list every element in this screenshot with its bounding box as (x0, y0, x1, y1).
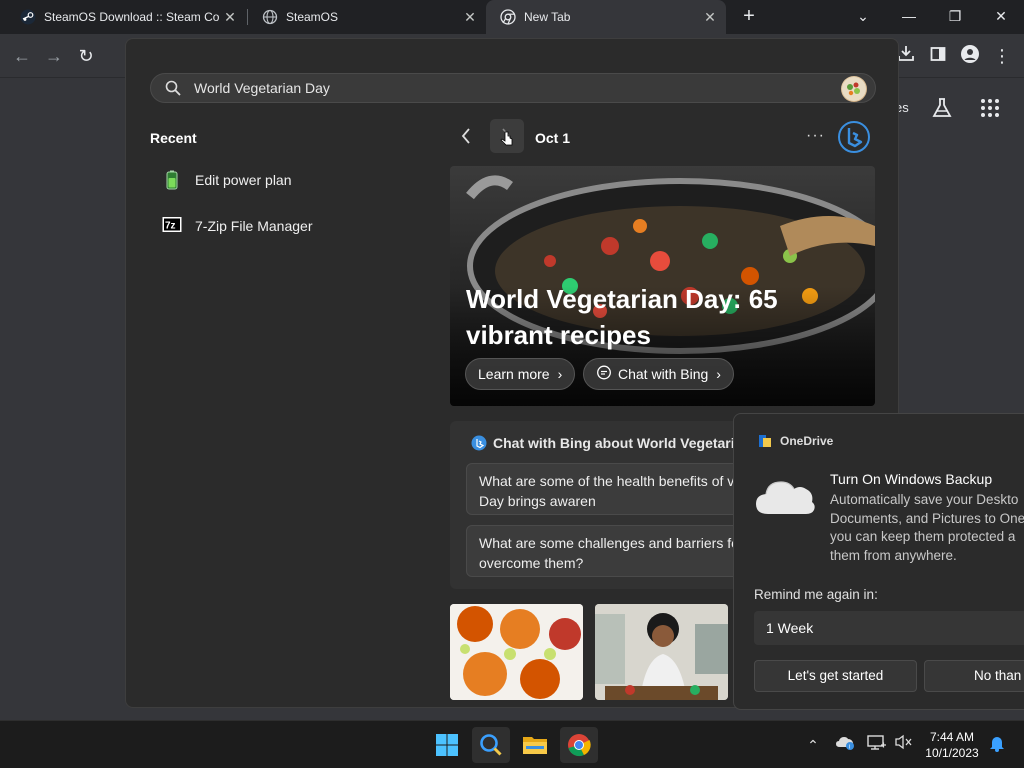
tab-strip: SteamOS Download :: Steam Cor ✕ SteamOS … (0, 0, 1024, 34)
chevron-right-icon: › (716, 366, 721, 382)
profile-icon[interactable] (958, 44, 982, 68)
close-tab-icon[interactable]: ✕ (460, 9, 480, 26)
volume-muted-icon[interactable] (892, 734, 914, 756)
onedrive-tray-icon[interactable]: i (834, 734, 856, 756)
toast-app-name: OneDrive (780, 434, 834, 448)
apps-grid-icon[interactable] (980, 98, 1000, 118)
tab-title: SteamOS Download :: Steam Cor (44, 10, 220, 24)
more-options-icon[interactable]: ··· (806, 127, 825, 145)
learn-more-button[interactable]: Learn more › (465, 358, 576, 390)
close-tab-icon[interactable]: ✕ (700, 9, 720, 26)
chat-bubble-icon (596, 365, 612, 384)
no-thanks-button[interactable]: No than (924, 660, 1024, 692)
7zip-icon: 7z (162, 216, 182, 236)
recent-heading: Recent (150, 130, 197, 146)
remind-label: Remind me again in: (754, 587, 878, 602)
svg-text:7z: 7z (165, 221, 176, 232)
next-day-button[interactable] (490, 119, 524, 153)
tab-steamos[interactable]: SteamOS ✕ (248, 0, 486, 34)
search-input[interactable] (194, 80, 794, 96)
side-panel-icon[interactable] (926, 44, 950, 68)
chat-with-bing-button[interactable]: Chat with Bing › (583, 358, 734, 390)
toast-body: Automatically save your Deskto Documents… (830, 491, 1024, 565)
new-tab-button[interactable]: + (738, 5, 760, 29)
windows-taskbar: ⌃ i 7:44 AM 10/1/2023 (0, 720, 1024, 768)
chat-with-bing-label: Chat with Bing (618, 366, 709, 382)
chrome-taskbar-icon[interactable] (560, 727, 598, 763)
hero-card[interactable]: World Vegetarian Day: 65 vibrant recipes… (450, 166, 875, 406)
bing-logo-icon[interactable] (838, 121, 870, 153)
hero-title: World Vegetarian Day: 65 vibrant recipes (466, 284, 778, 350)
toast-body-line: you can keep them protected a (830, 529, 1016, 544)
tab-steamos-download[interactable]: SteamOS Download :: Steam Cor ✕ (6, 0, 246, 34)
minimize-button[interactable]: — (886, 0, 932, 34)
search-icon (165, 80, 181, 96)
restore-button[interactable]: ❐ (932, 0, 978, 34)
chevron-right-icon: › (557, 366, 563, 382)
search-taskbar-icon[interactable] (472, 727, 510, 763)
onedrive-notification[interactable]: OneDrive Turn On Windows Backup Automati… (733, 413, 1024, 710)
previous-day-chevron-icon[interactable] (460, 127, 476, 149)
forward-arrow-icon[interactable]: → (42, 44, 66, 68)
recent-item-label: Edit power plan (195, 172, 292, 188)
steam-icon (20, 9, 36, 25)
recent-item-label: 7-Zip File Manager (195, 218, 313, 234)
clock-time: 7:44 AM (929, 730, 975, 744)
remind-interval-select[interactable]: 1 Week (754, 611, 1024, 645)
search-highlight-food-icon[interactable] (841, 76, 867, 102)
tab-search-chevron-icon[interactable]: ⌄ (840, 0, 886, 34)
tab-title: New Tab (524, 10, 571, 24)
learn-more-label: Learn more (478, 366, 550, 382)
chat-card-heading-text: Chat with Bing about World Vegetaria (493, 435, 743, 451)
labs-flask-icon[interactable] (930, 96, 954, 120)
show-hidden-icons-chevron-icon[interactable]: ⌃ (802, 734, 824, 756)
search-box[interactable] (150, 73, 876, 103)
onedrive-app-icon (758, 434, 772, 448)
tab-title: SteamOS (286, 10, 339, 24)
back-arrow-icon[interactable]: ← (10, 44, 34, 68)
recent-item-7zip[interactable]: 7z 7-Zip File Manager (162, 214, 313, 238)
bing-chat-icon (471, 435, 487, 451)
toast-body-line: them from anywhere. (830, 547, 957, 563)
globe-icon (262, 9, 278, 25)
lets-get-started-button[interactable]: Let's get started (754, 660, 917, 692)
recipe-thumbnail-woman-cooking[interactable] (595, 604, 728, 700)
onedrive-cloud-icon (754, 474, 816, 518)
svg-text:i: i (849, 744, 850, 750)
file-explorer-icon[interactable] (516, 727, 554, 763)
notification-bell-icon[interactable] (986, 734, 1008, 756)
recent-item-edit-power-plan[interactable]: Edit power plan (162, 168, 292, 192)
tab-new-tab[interactable]: New Tab ✕ (486, 0, 726, 34)
recipe-thumbnail-fried-vegetables[interactable] (450, 604, 583, 700)
chat-card-heading: Chat with Bing about World Vegetaria (471, 435, 742, 451)
toast-app-header: OneDrive (758, 434, 833, 448)
start-windows-icon[interactable] (428, 727, 466, 763)
close-tab-icon[interactable]: ✕ (220, 9, 240, 26)
close-window-button[interactable]: ✕ (978, 0, 1024, 34)
toast-body-line: Automatically save your Deskto (830, 492, 1019, 507)
reload-icon[interactable]: ↻ (74, 44, 98, 68)
clock-date: 10/1/2023 (925, 746, 979, 760)
network-monitor-icon[interactable] (866, 734, 888, 756)
date-label: Oct 1 (535, 130, 571, 146)
toast-title: Turn On Windows Backup (830, 471, 993, 487)
taskbar-clock[interactable]: 7:44 AM 10/1/2023 (920, 729, 984, 761)
toast-body-line: Documents, and Pictures to One (830, 510, 1024, 526)
chrome-icon (500, 9, 516, 25)
battery-icon (162, 170, 182, 190)
menu-dots-icon[interactable]: ⋮ (990, 44, 1014, 68)
